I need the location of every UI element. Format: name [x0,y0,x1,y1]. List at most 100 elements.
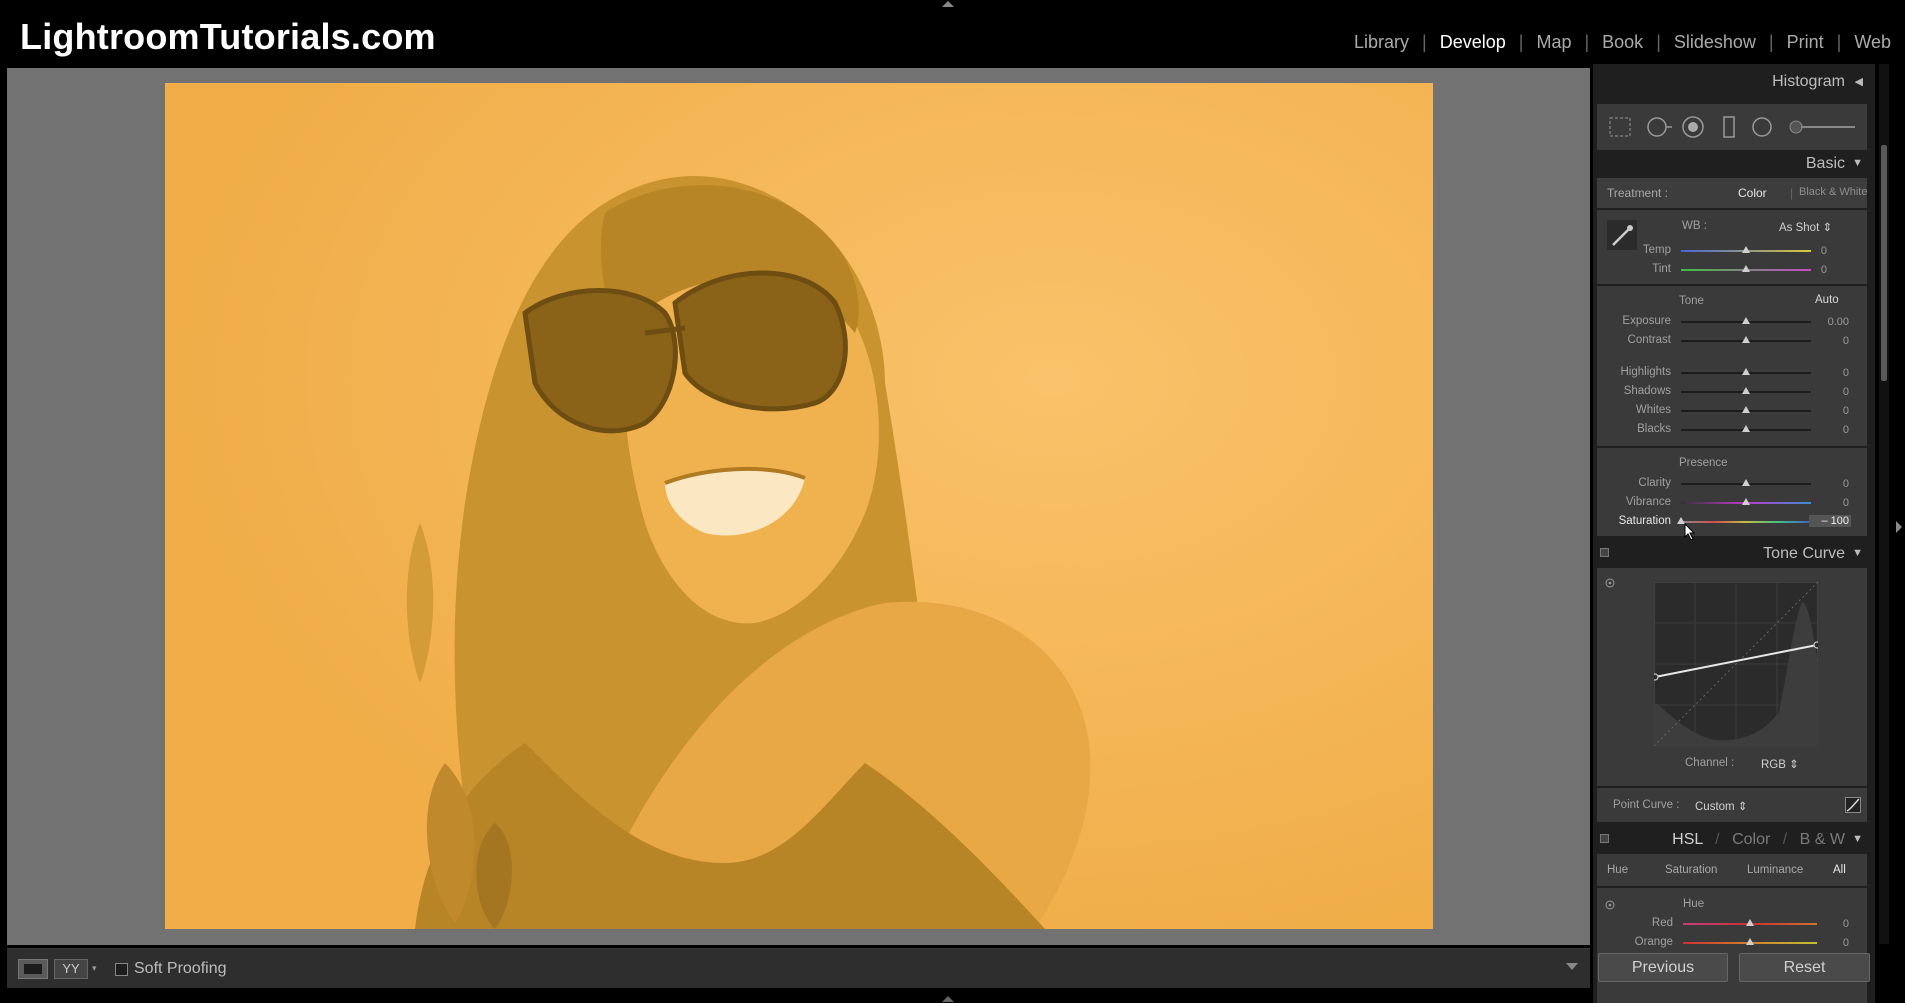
tone-curve-collapse-icon[interactable]: ▼ [1852,547,1863,559]
photo-preview[interactable] [165,83,1433,929]
hsl-tab-separator: / [1715,831,1720,848]
hsl-tab-hsl[interactable]: HSL [1672,831,1703,848]
channel-dropdown[interactable]: RGB ⇕ [1761,757,1799,771]
slider-label-contrast: Contrast [1627,334,1671,346]
slider-value-red[interactable]: 0 [1809,918,1849,930]
slider-label-vibrance: Vibrance [1625,496,1671,508]
tone-auto-button[interactable]: Auto [1815,294,1839,306]
loupe-view-button[interactable] [18,959,48,979]
hsl-target-icon[interactable] [1605,900,1615,910]
slider-value-exposure[interactable]: 0.00 [1807,316,1849,328]
presence-label: Presence [1679,457,1728,469]
treatment-color[interactable]: Color [1738,186,1767,200]
wb-dropdown[interactable]: As Shot ⇕ [1779,220,1832,234]
slider-value-saturation[interactable]: – 100 [1809,515,1851,527]
basic-collapse-icon[interactable]: ▼ [1852,157,1863,169]
before-after-button[interactable]: YY [54,959,88,979]
image-canvas [7,68,1590,945]
slider-label-shadows: Shadows [1623,385,1671,397]
tone-curve-graph[interactable] [1654,582,1818,746]
basic-header[interactable]: Basic ▼ [1597,148,1867,178]
radial-filter-icon[interactable] [1752,117,1772,137]
module-slideshow[interactable]: Slideshow [1661,32,1769,53]
graduated-filter-icon[interactable] [1723,116,1735,138]
tone-curve-target-icon[interactable] [1605,578,1615,588]
slider-thumb-red[interactable] [1746,919,1754,926]
module-web[interactable]: Web [1841,32,1891,53]
panel-scrollbar[interactable] [1881,145,1887,381]
module-print[interactable]: Print [1774,32,1837,53]
slider-thumb-whites[interactable] [1742,406,1750,413]
slider-thumb-highlights[interactable] [1742,368,1750,375]
top-panel-collapse-icon[interactable] [942,1,954,7]
module-develop[interactable]: Develop [1427,32,1519,53]
hsl-subtab-hue[interactable]: Hue [1607,864,1628,876]
hsl-hue-section: Hue Red 0 Orange 0 [1597,888,1867,1003]
hsl-subtab-luminance[interactable]: Luminance [1747,864,1803,876]
module-library[interactable]: Library [1341,32,1422,53]
slider-value-whites[interactable]: 0 [1809,405,1849,417]
previous-button[interactable]: Previous [1598,953,1728,982]
reset-button[interactable]: Reset [1739,953,1870,982]
treatment-label: Treatment : [1607,186,1668,200]
hsl-toggle[interactable] [1600,834,1609,843]
crop-overlay-icon[interactable] [1609,117,1631,137]
histogram-title: Histogram [1772,73,1845,90]
slider-label-orange: Orange [1634,936,1673,948]
slider-thumb-temp[interactable] [1742,246,1750,253]
slider-value-tint[interactable]: 0 [1787,264,1827,276]
adjustment-brush-icon[interactable] [1789,120,1855,134]
bottom-toolbar: YY ▾ Soft Proofing [7,948,1590,988]
point-curve-value: Custom [1695,801,1735,813]
slider-value-contrast[interactable]: 0 [1809,335,1849,347]
right-panel: Histogram ◀ Basic ▼ Treatment: Color | … [1593,64,1875,1003]
slider-value-clarity[interactable]: 0 [1809,478,1849,490]
bottom-panel-collapse-icon[interactable] [942,996,954,1002]
hsl-tab-color[interactable]: Color [1732,831,1770,848]
tone-section: Tone Auto Exposure 0.00 Contrast 0 Highl… [1597,286,1867,446]
slider-value-orange[interactable]: 0 [1809,937,1849,949]
spot-removal-icon[interactable] [1647,117,1672,137]
before-after-dropdown-icon[interactable]: ▾ [92,963,97,974]
module-map[interactable]: Map [1523,32,1584,53]
slider-value-highlights[interactable]: 0 [1809,367,1849,379]
hsl-subtab-saturation[interactable]: Saturation [1665,864,1717,876]
slider-thumb-shadows[interactable] [1742,387,1750,394]
toolbar-content-menu-icon[interactable] [1566,963,1578,970]
treatment-black-white[interactable]: Black & White [1799,186,1867,198]
edit-point-curve-icon[interactable] [1845,797,1861,813]
hsl-subtab-all[interactable]: All [1833,864,1846,876]
point-curve-label: Point Curve : [1613,799,1680,811]
soft-proofing-checkbox[interactable] [115,963,128,976]
slider-thumb-tint[interactable] [1742,265,1750,272]
point-curve-dropdown[interactable]: Custom ⇕ [1695,799,1747,813]
wb-value: As Shot [1779,222,1820,234]
slider-label-clarity: Clarity [1638,477,1671,489]
histogram-collapse-icon[interactable]: ◀ [1855,75,1863,88]
red-eye-icon[interactable] [1682,116,1704,138]
wb-label: WB : [1682,220,1707,232]
slider-thumb-vibrance[interactable] [1742,498,1750,505]
slider-value-vibrance[interactable]: 0 [1809,497,1849,509]
histogram-header[interactable]: Histogram ◀ [1597,66,1867,96]
module-book[interactable]: Book [1589,32,1656,53]
hsl-header[interactable]: HSL / Color / B & W ▼ [1597,824,1867,854]
channel-label: Channel : [1685,757,1735,769]
slider-thumb-contrast[interactable] [1742,336,1750,343]
hsl-tab-separator: / [1782,831,1788,848]
slider-thumb-exposure[interactable] [1742,317,1750,324]
treatment-row: Treatment : Color | Black & White [1597,178,1867,208]
tone-curve-toggle[interactable] [1600,548,1609,557]
hsl-tab-bw[interactable]: B & W [1800,831,1845,848]
slider-thumb-blacks[interactable] [1742,425,1750,432]
slider-thumb-clarity[interactable] [1742,479,1750,486]
slider-value-shadows[interactable]: 0 [1809,386,1849,398]
slider-thumb-orange[interactable] [1746,938,1754,945]
slider-value-blacks[interactable]: 0 [1809,424,1849,436]
tone-curve-header[interactable]: Tone Curve ▼ [1597,538,1867,568]
slider-label-exposure: Exposure [1622,315,1671,327]
slider-track-saturation[interactable] [1681,521,1811,523]
right-panel-collapse-icon[interactable] [1896,521,1902,533]
hsl-collapse-icon[interactable]: ▼ [1852,833,1863,845]
slider-value-temp[interactable]: 0 [1787,245,1827,257]
